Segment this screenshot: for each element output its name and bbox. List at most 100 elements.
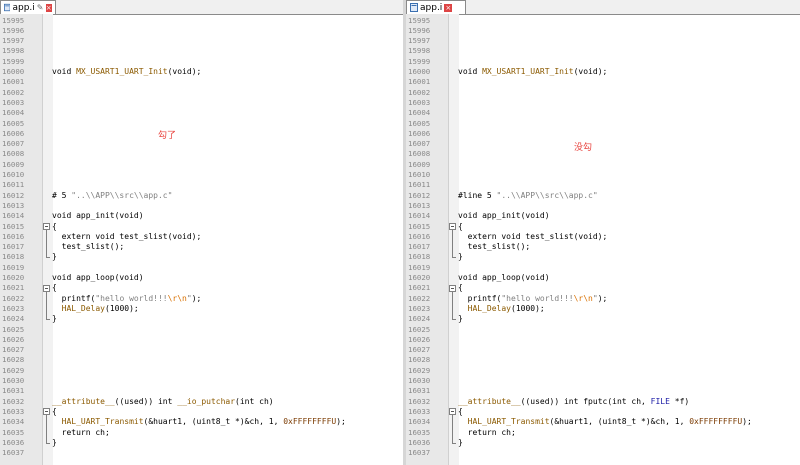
line-number: 16034 (2, 417, 25, 427)
line-number: 16031 (408, 386, 431, 396)
code-token: ((used)) int fputc(int ch, (520, 396, 651, 406)
left-file-tab[interactable]: app.i ✎ × (0, 0, 56, 14)
line-number: 16020 (408, 273, 431, 282)
code-line: extern void test_slist(void); (458, 231, 608, 241)
fold-end-marker (452, 319, 456, 321)
line-number: 16003 (2, 97, 25, 107)
line-number: 16010 (408, 170, 431, 179)
fold-toggle-icon[interactable] (43, 223, 50, 230)
line-number: 16028 (2, 355, 25, 365)
fold-toggle-icon[interactable] (43, 408, 50, 416)
left-editor-pane: app.i ✎ × 15995 15996 15997 15998 15999 16000… (0, 0, 404, 465)
line-number: 16032 (2, 396, 25, 406)
line-number: 16028 (408, 355, 431, 365)
right-file-tab[interactable]: app.i × (406, 0, 466, 14)
code-token: void (458, 67, 483, 76)
close-icon[interactable]: × (45, 3, 52, 12)
line-number: 16035 (408, 427, 431, 437)
line-number: 16022 (408, 293, 431, 303)
code-line: # 5 "..\\APP\\src\\app.c" (52, 191, 172, 201)
line-number: 16008 (2, 149, 25, 159)
code-line: { (458, 406, 463, 416)
fold-end-marker (46, 319, 50, 321)
line-number: 16012 (2, 190, 25, 200)
line-number: 16014 (408, 211, 431, 221)
code-token: \r\n (573, 293, 593, 303)
code-token: "hello world!!! (95, 293, 168, 303)
fold-toggle-icon[interactable] (43, 284, 50, 292)
right-editor-pane: app.i × 15995 15996 15997 15998 15999 16000 vo… (406, 0, 800, 465)
line-number: 16017 (408, 242, 431, 252)
code-token: (int ch) (235, 396, 274, 406)
code-token: __attribute__ (52, 396, 115, 406)
line-number: 16010 (2, 170, 25, 179)
fold-guide (46, 415, 47, 444)
close-icon[interactable]: × (444, 3, 453, 12)
code-token: *f) (669, 396, 690, 406)
code-line: { (52, 406, 57, 416)
code-token: #line 5 (458, 190, 497, 200)
line-number: 16027 (2, 345, 25, 355)
code-token: HAL_UART_Transmit (61, 417, 144, 427)
code-line: { (458, 283, 463, 293)
line-number: 16008 (408, 149, 431, 159)
code-token: (&huart1, (uint8_t *)&ch, 1, (549, 417, 690, 427)
fold-end-marker (452, 257, 456, 259)
line-number: 16006 (408, 128, 431, 138)
line-number: 16030 (2, 376, 25, 385)
line-number: 16026 (2, 334, 25, 344)
line-number: 16030 (408, 376, 431, 385)
code-line: void app_init(void) (458, 211, 550, 221)
line-number: 16024 (408, 314, 431, 324)
code-line: void app_loop(void) (52, 273, 144, 282)
code-token: 0xFFFFFFFFU (689, 417, 743, 427)
code-line: HAL_Delay(1000); (458, 304, 545, 314)
fold-toggle-icon[interactable] (449, 284, 456, 292)
line-number: 16009 (2, 159, 25, 169)
code-line: } (458, 314, 463, 324)
line-number: 16004 (2, 108, 25, 118)
line-number: 16023 (2, 303, 25, 313)
line-number: 15998 (2, 46, 25, 56)
code-token: "hello world!!! (501, 293, 574, 303)
line-number: 16035 (2, 427, 25, 437)
line-number: 16002 (2, 87, 25, 97)
line-number: 16017 (2, 242, 25, 252)
code-line: extern void test_slist(void); (52, 231, 202, 241)
line-number: 16001 (2, 77, 25, 87)
line-number: 16019 (408, 262, 431, 272)
code-line: #line 5 "..\\APP\\src\\app.c" (458, 191, 598, 201)
line-number: 15998 (408, 46, 431, 56)
line-number: 16021 (2, 283, 25, 293)
code-token: 0xFFFFFFFFU (283, 417, 337, 427)
line-number: 16019 (2, 262, 25, 272)
line-number: 16000 (2, 67, 25, 76)
code-token: __io_putchar (177, 396, 236, 406)
code-token: "..\\APP\\src\\app.c" (71, 190, 173, 200)
file-icon (4, 3, 11, 12)
line-number: 16014 (2, 211, 25, 221)
line-number: 15999 (2, 56, 25, 66)
line-number: 16025 (408, 324, 431, 334)
code-line: { (458, 221, 463, 231)
line-number: 16016 (408, 231, 431, 241)
fold-toggle-icon[interactable] (449, 223, 456, 230)
line-number: 16006 (2, 128, 25, 138)
fold-guide (452, 230, 453, 258)
code-line: } (52, 437, 57, 447)
code-line: } (52, 252, 57, 262)
code-line: test_slist(); (458, 242, 531, 252)
code-token: \r\n (167, 293, 187, 303)
line-number: 16005 (2, 118, 25, 128)
line-number: 16037 (408, 448, 431, 458)
pin-icon[interactable]: ✎ (37, 3, 44, 12)
left-tab-bar: app.i ✎ × (0, 0, 403, 15)
fold-toggle-icon[interactable] (449, 408, 456, 416)
left-annotation: 勾了 (158, 131, 177, 141)
code-token: (&huart1, (uint8_t *)&ch, 1, (143, 417, 284, 427)
line-number: 15996 (408, 25, 431, 35)
